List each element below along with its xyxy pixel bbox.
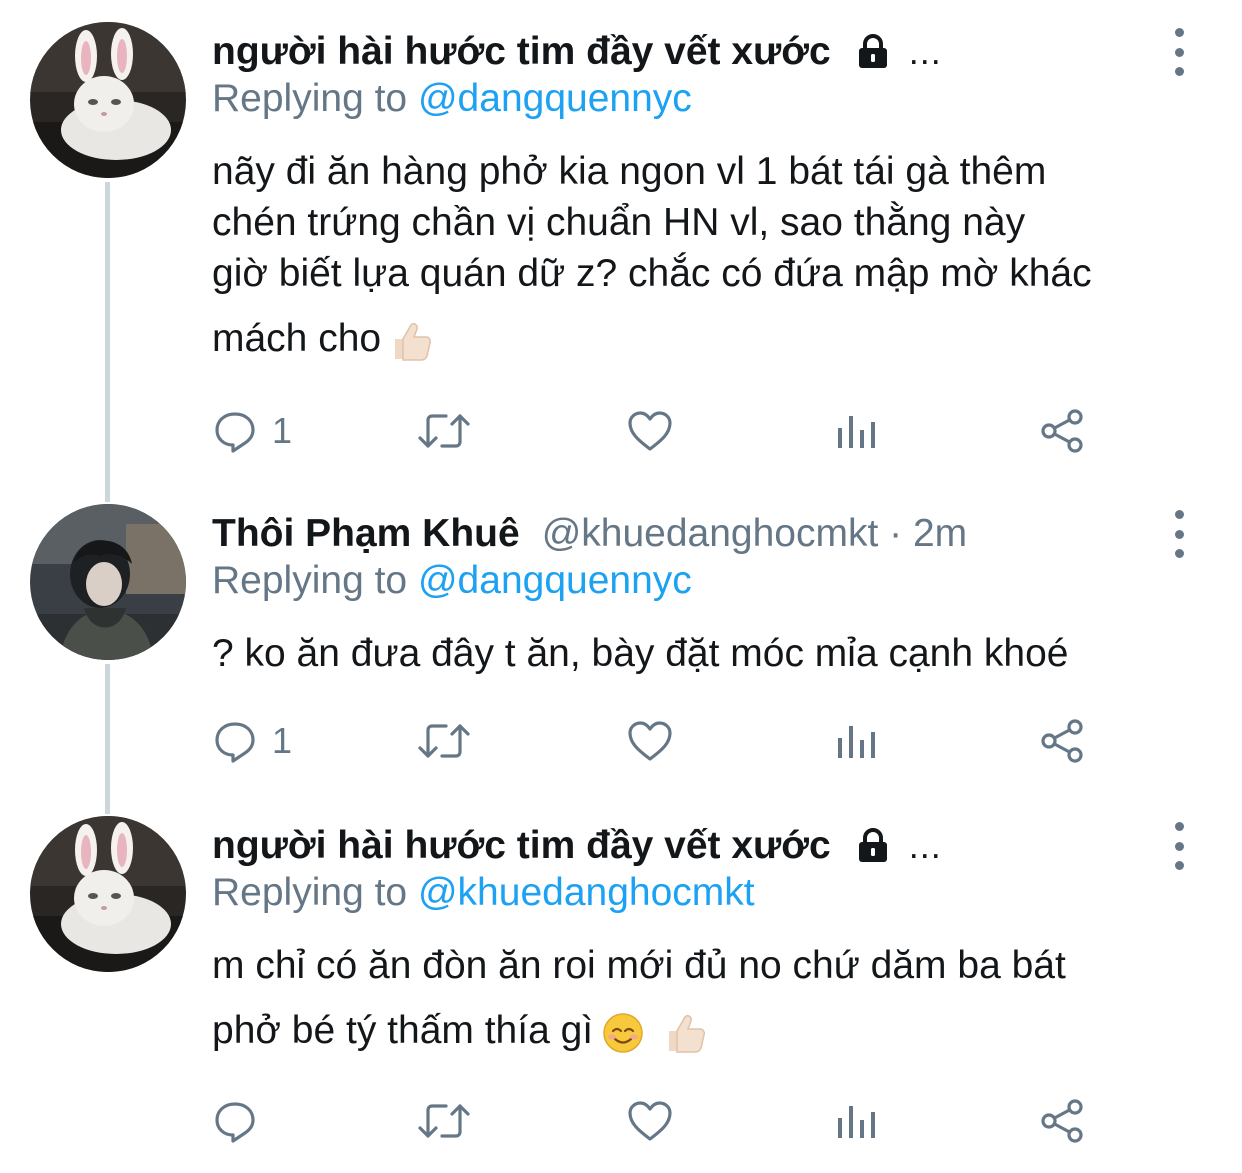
replying-to: Replying to @dangquennyc xyxy=(212,559,692,603)
tweet[interactable]: Thôi Phạm Khuê @khuedanghocmkt · 2m Repl… xyxy=(0,504,1242,774)
share-icon xyxy=(1041,719,1083,763)
truncated-handle: ... xyxy=(908,825,942,866)
tweet-text-line: ? ko ăn đưa đây t ăn, bày đặt móc mỉa cạ… xyxy=(212,632,1069,675)
share-icon xyxy=(1041,409,1083,453)
display-name[interactable]: người hài hước tim đầy vết xước xyxy=(212,824,831,868)
avatar[interactable] xyxy=(30,22,186,178)
tweet-header: Thôi Phạm Khuê @khuedanghocmkt · 2m xyxy=(212,504,967,564)
display-name[interactable]: người hài hước tim đầy vết xước xyxy=(212,30,831,74)
thumbs-up-emoji-icon xyxy=(661,1009,709,1057)
lock-icon xyxy=(853,826,893,866)
like-button[interactable] xyxy=(626,1096,674,1146)
analytics-icon xyxy=(838,726,875,758)
heart-icon xyxy=(628,721,672,761)
tweet-text-line: m chỉ có ăn đòn ăn roi mới đủ no chứ dăm… xyxy=(212,944,1066,987)
tweet-actions xyxy=(212,1096,1212,1146)
thumbs-up-emoji-icon xyxy=(387,317,435,365)
retweet-button[interactable] xyxy=(416,406,472,456)
like-button[interactable] xyxy=(626,406,674,456)
replying-prefix: Replying to xyxy=(212,559,408,602)
smiling-face-emoji-icon xyxy=(599,1009,647,1057)
retweet-icon xyxy=(418,1104,470,1138)
replying-to-link[interactable]: @dangquennyc xyxy=(418,559,692,602)
display-name[interactable]: Thôi Phạm Khuê xyxy=(212,512,520,556)
analytics-icon xyxy=(838,1106,875,1138)
analytics-button[interactable] xyxy=(834,406,878,456)
tweet-actions: 1 xyxy=(212,716,1212,766)
like-button[interactable] xyxy=(626,716,674,766)
analytics-button[interactable] xyxy=(834,1096,878,1146)
truncated-handle: ... xyxy=(908,31,942,72)
reply-button[interactable]: 1 xyxy=(212,406,292,456)
reply-count: 1 xyxy=(272,410,293,451)
retweet-button[interactable] xyxy=(416,716,472,766)
analytics-icon xyxy=(838,416,875,448)
tweet-text-line: giờ biết lựa quán dữ z? chắc có đứa mập … xyxy=(212,252,1092,295)
tweet-actions: 1 xyxy=(212,406,1212,456)
retweet-button[interactable] xyxy=(416,1096,472,1146)
reply-button[interactable] xyxy=(212,1096,272,1146)
tweet-text-line-wrapper: mách cho xyxy=(212,313,1212,365)
tweet-header: người hài hước tim đầy vết xước ... xyxy=(212,816,942,876)
reply-icon xyxy=(215,722,255,763)
replying-to: Replying to @dangquennyc xyxy=(212,77,692,121)
tweet-header: người hài hước tim đầy vết xước ... xyxy=(212,22,942,82)
reply-icon xyxy=(215,1102,255,1143)
heart-icon xyxy=(628,411,672,451)
share-button[interactable] xyxy=(1038,406,1086,456)
retweet-icon xyxy=(418,414,470,448)
tweet-text-line: chén trứng chần vị chuẩn HN vl, sao thằn… xyxy=(212,201,1026,244)
tweet[interactable]: người hài hước tim đầy vết xước ... Repl… xyxy=(0,816,1242,1146)
analytics-button[interactable] xyxy=(834,716,878,766)
avatar[interactable] xyxy=(30,816,186,972)
tweet-text-line: nãy đi ăn hàng phở kia ngon vl 1 bát tái… xyxy=(212,150,1047,193)
reply-count: 1 xyxy=(272,720,293,761)
share-button[interactable] xyxy=(1038,1096,1086,1146)
lock-icon xyxy=(853,32,893,72)
retweet-icon xyxy=(418,724,470,758)
heart-icon xyxy=(628,1101,672,1141)
tweet-text: nãy đi ăn hàng phở kia ngon vl 1 bát tái… xyxy=(212,146,1212,365)
more-vertical-icon[interactable] xyxy=(1162,510,1196,558)
tweet-text: ? ko ăn đưa đây t ăn, bày đặt móc mỉa cạ… xyxy=(212,628,1212,679)
replying-to: Replying to @khuedanghocmkt xyxy=(212,871,755,915)
share-button[interactable] xyxy=(1038,716,1086,766)
replying-prefix: Replying to xyxy=(212,77,408,120)
more-vertical-icon[interactable] xyxy=(1162,28,1196,76)
tweet-text-line-wrapper: phở bé tý thấm thía gì xyxy=(212,1005,1212,1057)
reply-button[interactable]: 1 xyxy=(212,716,292,766)
replying-prefix: Replying to xyxy=(212,871,408,914)
replying-to-link[interactable]: @dangquennyc xyxy=(418,77,692,120)
share-icon xyxy=(1041,1099,1083,1143)
avatar[interactable] xyxy=(30,504,186,660)
more-vertical-icon[interactable] xyxy=(1162,822,1196,870)
tweet-text: m chỉ có ăn đòn ăn roi mới đủ no chứ dăm… xyxy=(212,940,1212,1057)
tweet-text-line: phở bé tý thấm thía gì xyxy=(212,1009,594,1052)
tweet-text-line: mách cho xyxy=(212,317,382,360)
handle-and-time[interactable]: @khuedanghocmkt · 2m xyxy=(542,512,967,556)
tweet[interactable]: người hài hước tim đầy vết xước ... Repl… xyxy=(0,22,1242,462)
replying-to-link[interactable]: @khuedanghocmkt xyxy=(418,871,755,914)
reply-icon xyxy=(215,412,255,453)
